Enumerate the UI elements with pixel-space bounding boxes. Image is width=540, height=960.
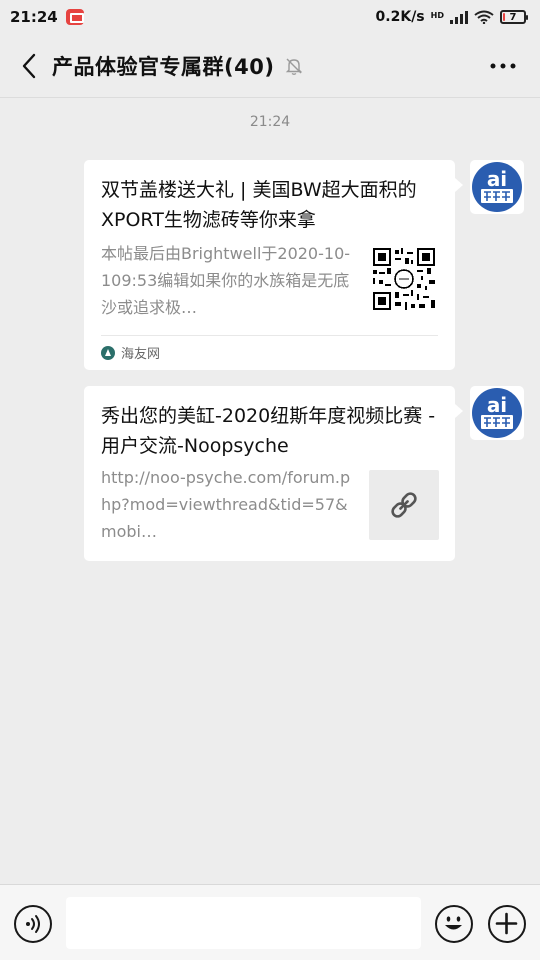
svg-text:ai: ai [487, 167, 507, 191]
avatar-ai-icon: ai [472, 162, 522, 212]
shared-article-card[interactable]: 双节盖楼送大礼 | 美国BW超大面积的XPORT生物滤砖等你来拿 本帖最后由Br… [84, 160, 455, 370]
source-name: 海友网 [121, 347, 161, 362]
wifi-icon [474, 10, 494, 24]
status-time: 21:24 [10, 8, 58, 26]
more-button[interactable] [486, 49, 520, 83]
avatar[interactable]: ai [470, 160, 524, 214]
back-button[interactable] [14, 46, 44, 86]
plus-icon [495, 912, 518, 935]
battery-icon: 7 [500, 10, 528, 24]
card-divider [101, 335, 438, 336]
card-title: 双节盖楼送大礼 | 美国BW超大面积的XPORT生物滤砖等你来拿 [101, 179, 417, 231]
card-description: 本帖最后由Brightwell于2020-10-109:53编辑如果你的水族箱是… [101, 244, 351, 317]
qr-code-icon [373, 248, 435, 310]
plus-button[interactable] [488, 905, 526, 943]
link-icon [391, 492, 417, 518]
link-thumbnail [369, 470, 439, 540]
battery-level: 7 [509, 11, 517, 23]
source-logo-icon [101, 345, 115, 360]
emoji-icon [445, 916, 462, 930]
more-horizontal-icon [490, 63, 516, 68]
avatar[interactable]: ai [470, 386, 524, 440]
card-description: http://noo-psyche.com/forum.php?mod=view… [101, 468, 351, 541]
chat-timestamp: 21:24 [249, 114, 291, 130]
voice-button[interactable] [14, 905, 52, 943]
chat-title: 产品体验官专属群(40) [52, 54, 275, 79]
network-speed: 0.2K/s [375, 9, 425, 25]
card-source: 海友网 [101, 343, 160, 362]
bubble-arrow [455, 404, 463, 418]
svg-text:ai: ai [487, 393, 507, 417]
signal-icon [450, 10, 468, 24]
notification-app-icon [65, 9, 84, 25]
emoji-button[interactable] [435, 905, 473, 943]
voice-icon [26, 915, 40, 933]
chevron-left-icon [22, 53, 36, 78]
avatar-ai-icon: ai [472, 388, 522, 438]
chat-header: 产品体验官专属群(40) [0, 34, 540, 98]
bubble-arrow [455, 178, 463, 192]
shared-link-card[interactable]: 秀出您的美缸-2020纽斯年度视频比赛 - 用户交流-Noopsyche htt… [84, 386, 455, 561]
message-input[interactable] [66, 897, 421, 949]
input-bar [0, 884, 540, 960]
status-bar: 21:24 0.2K/s HD 7 [0, 0, 540, 34]
bell-off-icon [284, 56, 304, 76]
card-title: 秀出您的美缸-2020纽斯年度视频比赛 - 用户交流-Noopsyche [101, 405, 436, 457]
network-type: HD [430, 11, 444, 20]
